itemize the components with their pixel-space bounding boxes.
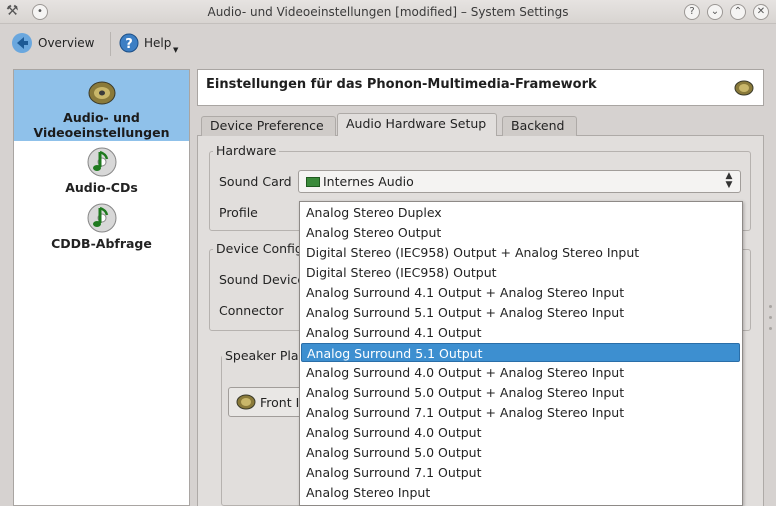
profile-option[interactable]: Analog Surround 5.1 Output + Analog Ster… <box>301 303 740 322</box>
profile-option[interactable]: Digital Stereo (IEC958) Output + Analog … <box>301 243 740 262</box>
help-window-icon[interactable]: ? <box>684 4 700 20</box>
profile-option[interactable]: Analog Stereo Input <box>301 483 740 502</box>
profile-option[interactable]: Analog Surround 7.1 Output + Analog Ster… <box>301 403 740 422</box>
module-header: Einstellungen für das Phonon-Multimedia-… <box>197 69 764 106</box>
profile-option[interactable]: Analog Surround 5.0 Output <box>301 443 740 462</box>
speaker-icon <box>86 70 118 107</box>
profile-option[interactable]: Analog Surround 4.1 Output <box>301 323 740 342</box>
resize-grip-dot[interactable] <box>769 316 772 319</box>
spin-arrows-icon: ▲ ▼ <box>725 171 733 190</box>
tab-backend[interactable]: Backend <box>502 116 577 136</box>
module-list: Audio- und Videoeinstellungen Audio-CDs <box>13 69 190 506</box>
profile-label: Profile <box>219 205 258 220</box>
sound-card-combo[interactable]: Internes Audio ▲ ▼ <box>298 170 741 193</box>
toolbar-separator <box>110 32 111 56</box>
profile-option[interactable]: Analog Surround 4.1 Output + Analog Ster… <box>301 283 740 302</box>
profile-option[interactable]: Digital Stereo (IEC958) Output <box>301 263 740 282</box>
help-label: Help <box>144 36 172 50</box>
title-bar: ⚒ • Audio- und Videoeinstellungen [modif… <box>0 0 776 24</box>
page-title: Einstellungen für das Phonon-Multimedia-… <box>206 77 597 92</box>
dropdown-arrow-icon: ▼ <box>173 46 179 54</box>
resize-grip-dot[interactable] <box>769 327 772 330</box>
front-speaker-label: Front I <box>260 395 300 410</box>
svg-text:?: ? <box>125 37 133 52</box>
profile-option[interactable]: Analog Surround 4.0 Output + Analog Ster… <box>301 363 740 382</box>
sound-device-label: Sound Device <box>219 272 306 287</box>
sidebar-item-audio-video[interactable]: Audio- und Videoeinstellungen <box>14 70 189 141</box>
window-edge <box>765 69 776 506</box>
minimize-icon[interactable]: ⌄ <box>707 4 723 20</box>
profile-option[interactable]: Analog Stereo Duplex <box>301 203 740 222</box>
overview-label: Overview <box>38 36 95 50</box>
profile-option[interactable]: Analog Surround 5.0 Output + Analog Ster… <box>301 383 740 402</box>
sidebar-item-audio-cds[interactable]: Audio-CDs <box>14 146 189 196</box>
tab-device-preference[interactable]: Device Preference <box>201 116 336 136</box>
sidebar-item-label: CDDB-Abfrage <box>51 236 152 251</box>
music-cd-icon <box>86 202 118 234</box>
sidebar-item-label: Audio- und <box>63 110 140 125</box>
help-icon: ? <box>119 33 139 53</box>
profile-option[interactable]: Analog Surround 4.0 Output <box>301 423 740 442</box>
speaker-icon <box>235 393 257 411</box>
back-arrow-icon <box>11 32 33 54</box>
sidebar-item-cddb[interactable]: CDDB-Abfrage <box>14 202 189 252</box>
overview-button[interactable]: Overview <box>11 30 95 56</box>
resize-grip-dot[interactable] <box>769 305 772 308</box>
sound-card-label: Sound Card <box>219 174 292 189</box>
profile-dropdown-list: Analog Stereo Duplex Analog Stereo Outpu… <box>299 201 743 506</box>
tab-audio-hardware-setup[interactable]: Audio Hardware Setup <box>337 113 497 136</box>
speaker-icon <box>733 79 755 97</box>
sound-card-icon <box>306 177 320 187</box>
music-cd-icon <box>86 146 118 178</box>
maximize-icon[interactable]: ⌃ <box>730 4 746 20</box>
front-speaker-button[interactable]: Front I <box>228 387 303 417</box>
help-button[interactable]: ? Help ▼ <box>119 30 178 56</box>
window-title: Audio- und Videoeinstellungen [modified]… <box>207 5 569 19</box>
profile-option-highlighted[interactable]: Analog Surround 5.1 Output <box>301 343 740 362</box>
connector-label: Connector <box>219 303 284 318</box>
speaker-group-title: Speaker Pla <box>222 348 302 363</box>
hardware-group-title: Hardware <box>213 143 280 158</box>
sidebar-item-label: Audio-CDs <box>65 180 138 195</box>
profile-option[interactable]: Analog Surround 7.1 Output <box>301 463 740 482</box>
sidebar-item-label: Videoeinstellungen <box>33 125 170 140</box>
toolbar: Overview ? Help ▼ <box>0 24 776 64</box>
sound-card-value: Internes Audio <box>323 174 414 189</box>
profile-option[interactable]: Analog Stereo Output <box>301 223 740 242</box>
close-icon[interactable]: ✕ <box>753 4 769 20</box>
